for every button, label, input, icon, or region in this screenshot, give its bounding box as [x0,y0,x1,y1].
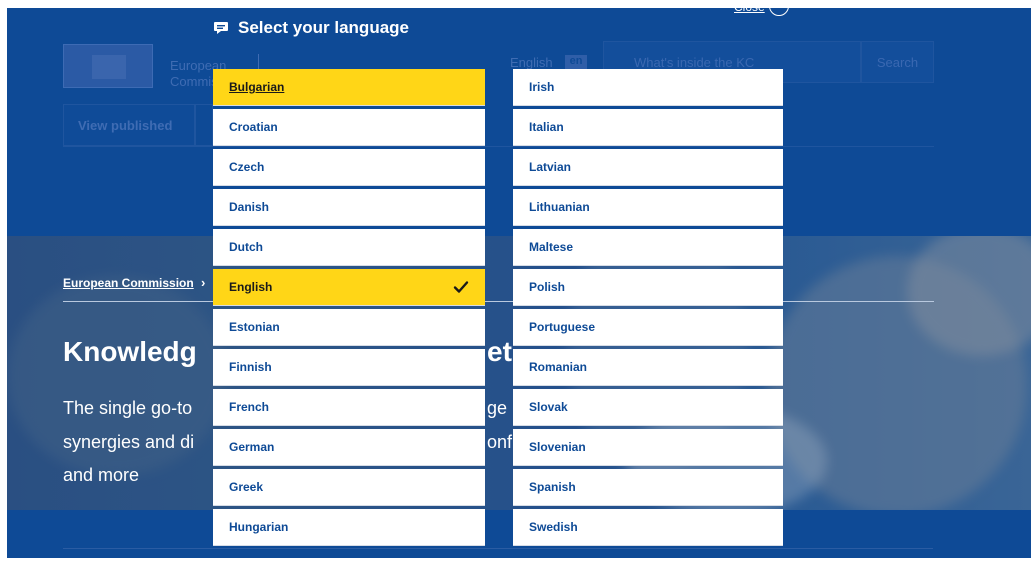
language-option-danish[interactable]: Danish [213,189,485,226]
language-option-label: Slovak [529,400,568,414]
language-option-german[interactable]: German [213,429,485,466]
language-option-slovenian[interactable]: Slovenian [513,429,783,466]
breadcrumb-rule [63,301,934,302]
language-option-label: Latvian [529,160,572,174]
speech-bubble-icon [214,22,228,34]
page-title-tail: et [487,336,512,367]
close-button[interactable]: Close [734,0,765,14]
language-option-label: Irish [529,80,555,94]
language-option-slovak[interactable]: Slovak [513,389,783,426]
language-option-label: French [229,400,270,414]
language-option-label: Danish [229,200,270,214]
site-logo[interactable] [63,44,153,88]
checkmark-icon [453,281,469,293]
search-button[interactable]: Search [861,41,934,83]
language-option-maltese[interactable]: Maltese [513,229,783,266]
language-option-polish[interactable]: Polish [513,269,783,306]
language-option-label: Dutch [229,240,263,254]
language-option-label: English [229,280,273,294]
language-option-label: Czech [229,160,265,174]
language-option-label: Lithuanian [529,200,590,214]
language-option-latvian[interactable]: Latvian [513,149,783,186]
tab-view-published[interactable]: View published [63,104,195,146]
language-option-english[interactable]: English [213,269,485,306]
tab-next[interactable] [195,104,213,146]
breadcrumb-link[interactable]: European Commission [63,276,194,290]
language-option-label: Hungarian [229,520,289,534]
language-option-czech[interactable]: Czech [213,149,485,186]
hero-description-line-3: and more [63,465,140,485]
language-option-label: Greek [229,480,264,494]
language-option-label: Slovenian [529,440,586,454]
header-rule [63,146,934,147]
language-option-label: Polish [529,280,566,294]
language-option-label: Romanian [529,360,588,374]
language-option-label: Spanish [529,480,576,494]
header-language-code: en [565,55,587,70]
breadcrumb-chevron-icon: › [201,275,206,290]
language-option-label: Estonian [229,320,280,334]
hero-description-line-1: The single go-to [63,398,193,418]
language-option-portuguese[interactable]: Portuguese [513,309,783,346]
header-language[interactable]: English [510,55,553,70]
language-option-label: Maltese [529,240,574,254]
language-option-estonian[interactable]: Estonian [213,309,485,346]
content-rule [63,548,933,549]
language-option-spanish[interactable]: Spanish [513,469,783,506]
language-option-italian[interactable]: Italian [513,109,783,146]
language-option-label: Italian [529,120,564,134]
language-option-label: Croatian [229,120,278,134]
hero-description-line-1-tail: ge [487,398,508,418]
language-option-dutch[interactable]: Dutch [213,229,485,266]
language-option-lithuanian[interactable]: Lithuanian [513,189,783,226]
language-option-romanian[interactable]: Romanian [513,349,783,386]
language-option-swedish[interactable]: Swedish [513,509,783,546]
language-option-label: Bulgarian [229,80,285,94]
hero-description-line-2: synergies and di [63,432,195,452]
page-title: Knowledg [63,336,197,367]
language-option-hungarian[interactable]: Hungarian [213,509,485,546]
hero-description-line-2-tail: onf [487,432,513,452]
language-option-french[interactable]: French [213,389,485,426]
language-option-label: Finnish [229,360,272,374]
language-dialog-title: Select your language [213,18,409,38]
eu-flag-icon [92,55,126,79]
language-option-bulgarian[interactable]: Bulgarian [213,69,485,106]
language-option-label: Portuguese [529,320,596,334]
language-option-label: German [229,440,275,454]
language-option-finnish[interactable]: Finnish [213,349,485,386]
language-option-label: Swedish [529,520,578,534]
language-dialog-title-text: Select your language [238,18,409,37]
language-option-irish[interactable]: Irish [513,69,783,106]
language-option-greek[interactable]: Greek [213,469,485,506]
language-option-croatian[interactable]: Croatian [213,109,485,146]
page: European Commission English en What's ins… [0,0,1031,565]
